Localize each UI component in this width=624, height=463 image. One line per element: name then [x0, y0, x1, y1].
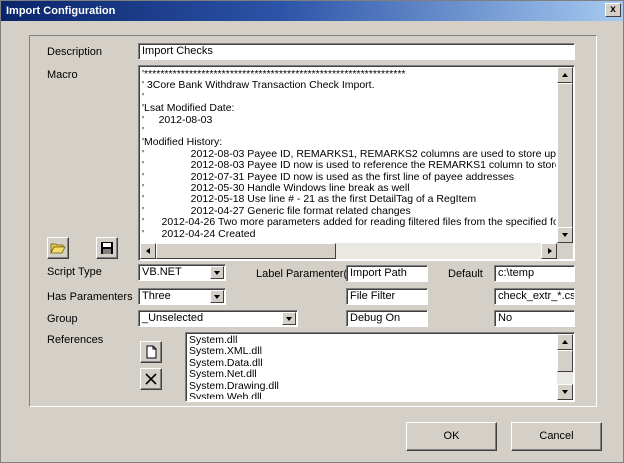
close-icon: x [610, 4, 616, 15]
macro-text[interactable]: '***************************************… [142, 69, 556, 242]
macro-label: Macro [47, 69, 78, 81]
floppy-disk-icon [101, 242, 113, 254]
open-button[interactable] [47, 237, 69, 259]
macro-editor[interactable]: '***************************************… [138, 65, 575, 261]
scroll-up-icon[interactable] [557, 67, 573, 83]
macro-vertical-scrollbar[interactable] [557, 67, 573, 243]
has-parameters-label: Has Paramenters [47, 291, 133, 303]
macro-line[interactable]: 'Lsat Modified Date: [142, 102, 556, 114]
scroll-corner [557, 243, 573, 259]
window-title: Import Configuration [6, 5, 116, 17]
scroll-up-icon[interactable] [557, 334, 573, 350]
macro-line[interactable]: ' 2012-08-03 Payee ID now is used to ref… [142, 159, 556, 171]
remove-reference-button[interactable] [140, 368, 162, 390]
add-reference-button[interactable] [140, 341, 162, 363]
label-parameters-header: Label Paramenter(s) [256, 268, 357, 280]
has-parameters-value: Three [142, 290, 171, 302]
references-label: References [47, 334, 104, 346]
script-type-select[interactable]: VB.NET [138, 264, 226, 281]
description-label: Description [47, 46, 103, 58]
group-value: _Unselected [142, 312, 204, 324]
param-label-1[interactable]: Import Path [346, 265, 428, 282]
references-vscroll-thumb[interactable] [557, 350, 573, 372]
scroll-down-icon[interactable] [557, 384, 573, 400]
macro-line[interactable]: ' 2012-08-03 [142, 114, 556, 126]
cancel-button[interactable]: Cancel [511, 422, 602, 451]
close-button[interactable]: x [605, 3, 621, 17]
script-type-label: Script Type [47, 266, 102, 278]
scroll-left-icon[interactable] [140, 243, 156, 259]
references-list[interactable]: System.dll System.XML.dll System.Data.dll S… [185, 332, 575, 402]
macro-hscroll-thumb[interactable] [156, 243, 336, 259]
macro-line[interactable]: ' 2012-04-26 Two more parameters added f… [142, 216, 556, 228]
group-label: Group [47, 313, 78, 325]
scroll-down-icon[interactable] [557, 227, 573, 243]
macro-vscroll-thumb[interactable] [557, 83, 573, 231]
reference-item[interactable]: System.Web.dll [189, 391, 556, 399]
import-configuration-dialog: Import Configuration x Description Impor… [0, 0, 624, 463]
group-select[interactable]: _Unselected [138, 310, 298, 327]
ok-button[interactable]: OK [406, 422, 497, 451]
chevron-down-icon[interactable] [210, 266, 224, 279]
param-default-3[interactable]: No [494, 310, 575, 327]
save-button[interactable] [96, 237, 118, 259]
new-document-icon [146, 345, 157, 359]
scroll-right-icon[interactable] [541, 243, 557, 259]
folder-open-icon [50, 243, 66, 254]
param-label-3[interactable]: Debug On [346, 310, 428, 327]
macro-line[interactable]: ' 3Core Bank Withdraw Transaction Check … [142, 79, 556, 91]
macro-line[interactable]: ' 2012-04-24 Created [142, 228, 556, 240]
param-default-1[interactable]: c:\temp [494, 265, 575, 282]
title-bar: Import Configuration x [1, 1, 623, 21]
references-items[interactable]: System.dll System.XML.dll System.Data.dll S… [189, 335, 556, 399]
chevron-down-icon[interactable] [210, 290, 224, 303]
delete-x-icon [145, 373, 157, 385]
default-header: Default [448, 268, 483, 280]
param-label-2[interactable]: File Filter [346, 288, 428, 305]
has-parameters-select[interactable]: Three [138, 288, 226, 305]
description-input[interactable]: Import Checks [138, 43, 575, 60]
macro-horizontal-scrollbar[interactable] [140, 243, 557, 259]
script-type-value: VB.NET [142, 266, 182, 278]
chevron-down-icon[interactable] [282, 312, 296, 325]
reference-item[interactable]: System.Net.dll [189, 368, 556, 380]
references-vertical-scrollbar[interactable] [557, 334, 573, 400]
param-default-2[interactable]: check_extr_*.csv [494, 288, 575, 305]
